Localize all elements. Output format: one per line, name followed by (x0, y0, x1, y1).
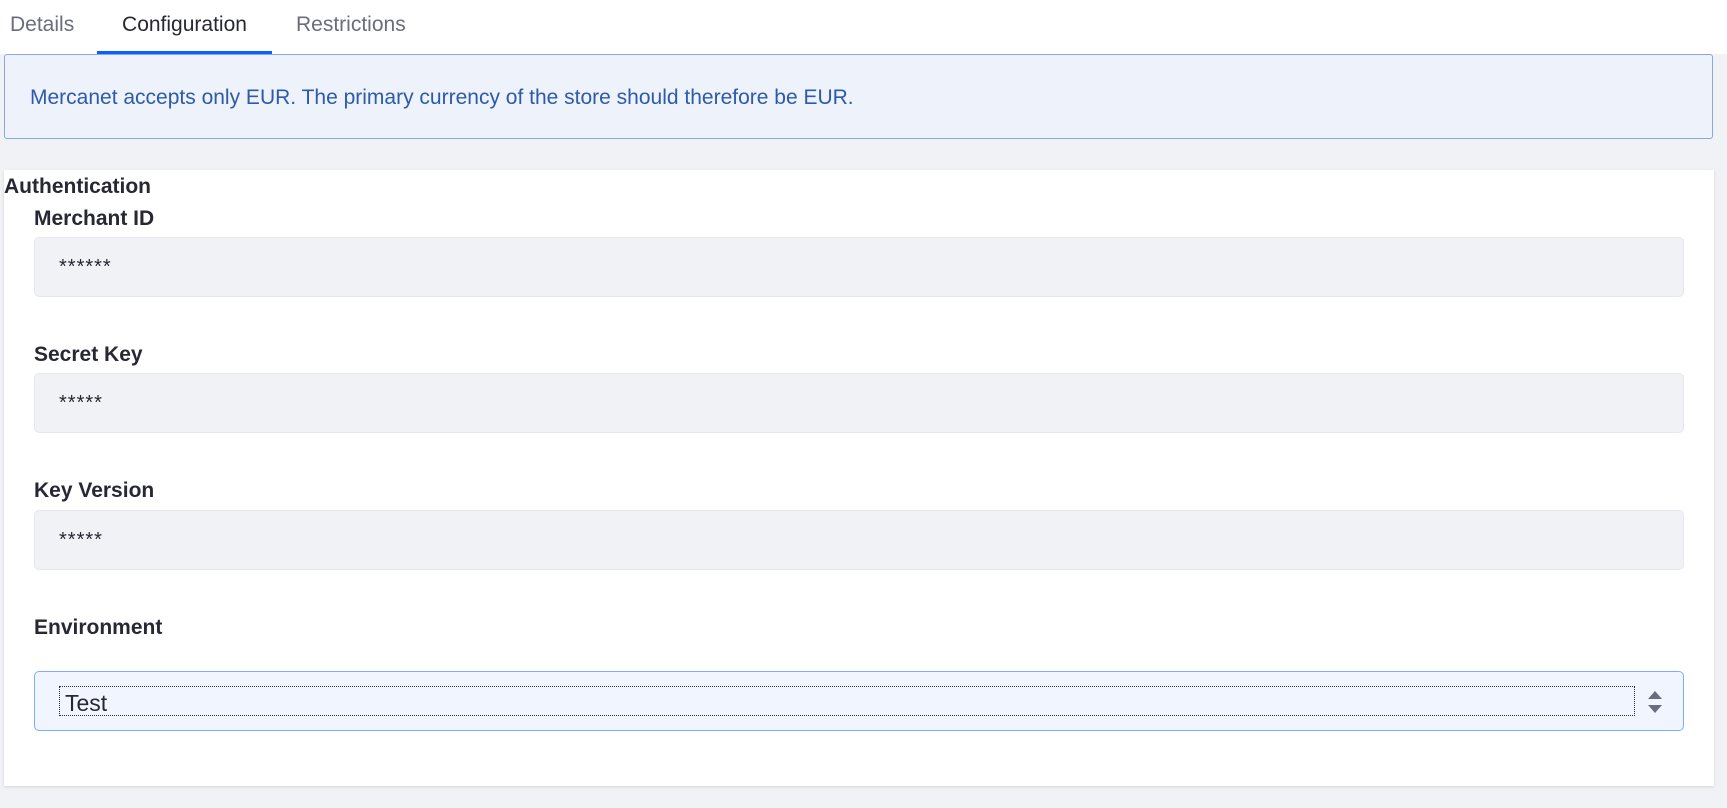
tab-details[interactable]: Details (10, 0, 74, 54)
key-version-value: ***** (59, 529, 103, 551)
secret-key-value: ***** (59, 392, 103, 414)
tab-bar: Details Configuration Restrictions (0, 0, 1727, 54)
select-focus-ring: Test (59, 686, 1635, 716)
merchant-id-field[interactable]: ****** (34, 237, 1684, 297)
tab-configuration[interactable]: Configuration (97, 0, 272, 54)
merchant-id-value: ****** (59, 256, 112, 278)
info-alert: Mercanet accepts only EUR. The primary c… (4, 54, 1713, 139)
environment-label: Environment (34, 616, 163, 639)
tab-restrictions[interactable]: Restrictions (296, 0, 406, 54)
authentication-panel: Authentication Merchant ID ****** Secret… (4, 170, 1714, 786)
environment-selected-value: Test (65, 690, 108, 716)
environment-select[interactable]: Test (34, 671, 1684, 731)
merchant-id-label: Merchant ID (34, 207, 155, 230)
secret-key-field[interactable]: ***** (34, 373, 1684, 433)
section-title: Authentication (4, 175, 151, 198)
key-version-field[interactable]: ***** (34, 510, 1684, 570)
alert-message: Mercanet accepts only EUR. The primary c… (30, 86, 854, 109)
secret-key-label: Secret Key (34, 343, 143, 366)
sort-arrows-icon (1648, 691, 1662, 713)
key-version-label: Key Version (34, 479, 155, 502)
